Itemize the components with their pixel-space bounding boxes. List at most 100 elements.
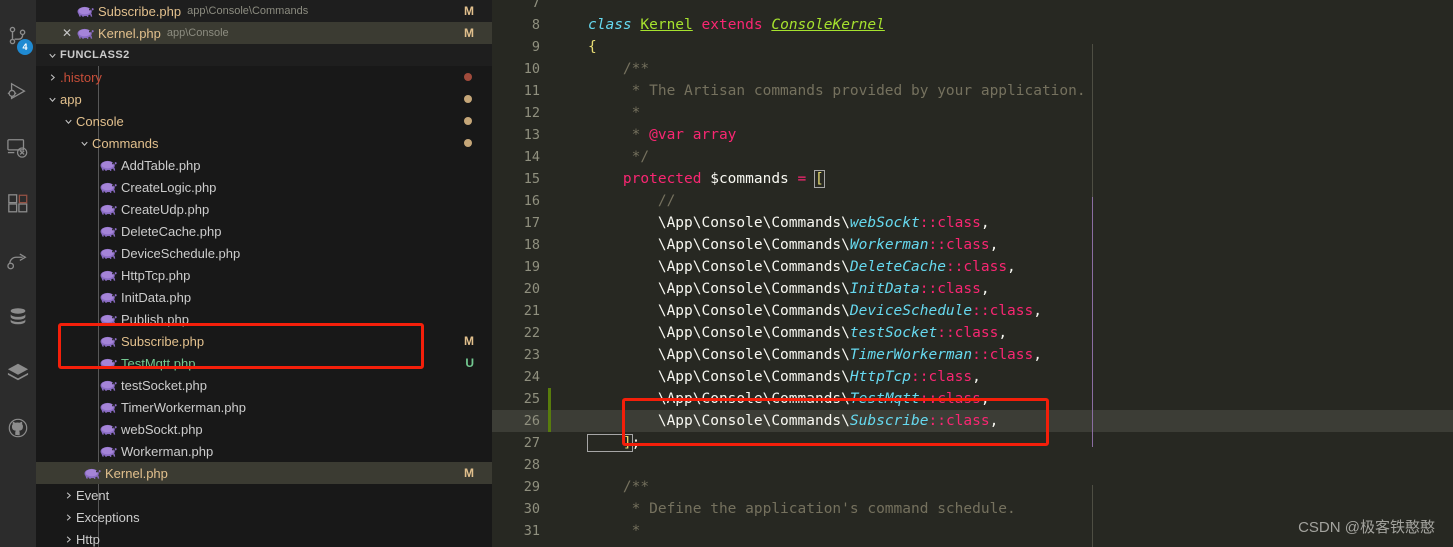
tree-file-row[interactable]: InitData.php: [36, 286, 492, 308]
tree-file-row[interactable]: DeviceSchedule.php: [36, 242, 492, 264]
php-file-icon: [100, 267, 117, 283]
chevron-right-icon[interactable]: [44, 69, 60, 85]
code-line[interactable]: 8 class Kernel extends ConsoleKernel: [492, 14, 1453, 36]
tree-folder-row[interactable]: Http: [36, 528, 492, 547]
code-line[interactable]: 10 /**: [492, 58, 1453, 80]
tree-folder-row[interactable]: app: [36, 88, 492, 110]
chevron-down-icon[interactable]: [60, 113, 76, 129]
line-number: 12: [523, 105, 540, 121]
activity-item-remote-explorer[interactable]: [0, 120, 36, 176]
activity-item-layers[interactable]: [0, 344, 36, 400]
code-line[interactable]: 27 ];: [492, 432, 1453, 454]
code-line[interactable]: 7: [492, 0, 1453, 14]
code-line[interactable]: 23 \App\Console\Commands\TimerWorkerman:…: [492, 344, 1453, 366]
php-file-icon: [100, 377, 117, 393]
tree-folder-row[interactable]: .history: [36, 66, 492, 88]
tree-folder-row[interactable]: Console: [36, 110, 492, 132]
php-file-icon: [77, 25, 94, 41]
chevron-right-icon[interactable]: [60, 531, 76, 547]
code-line[interactable]: 13 * @var array: [492, 124, 1453, 146]
tree-item-label: testSocket.php: [121, 377, 207, 393]
tree-file-row[interactable]: TestMqtt.php U: [36, 352, 492, 374]
indent-guide-level1: [1092, 44, 1093, 219]
activity-item-run-debug[interactable]: [0, 64, 36, 120]
open-editor-row[interactable]: ✕Subscribe.phpapp\Console\CommandsM: [36, 0, 492, 22]
line-number: 7: [531, 0, 540, 11]
database-icon: [7, 305, 29, 327]
line-number: 17: [523, 215, 540, 231]
code-line[interactable]: 22 \App\Console\Commands\testSocket::cla…: [492, 322, 1453, 344]
explorer-sidebar: ✕Subscribe.phpapp\Console\CommandsM ✕ Kern…: [36, 0, 492, 547]
tree-file-row[interactable]: Subscribe.php M: [36, 330, 492, 352]
code-line[interactable]: 16 //: [492, 190, 1453, 212]
activity-item-share[interactable]: [0, 232, 36, 288]
chevron-down-icon: [44, 47, 60, 63]
open-editors-list: ✕Subscribe.phpapp\Console\CommandsM ✕ Kern…: [36, 0, 492, 44]
share-icon: [6, 249, 30, 271]
code-line[interactable]: 18 \App\Console\Commands\Workerman::clas…: [492, 234, 1453, 256]
code-line[interactable]: 28: [492, 454, 1453, 476]
code-line[interactable]: 12 *: [492, 102, 1453, 124]
tree-file-row[interactable]: AddTable.php: [36, 154, 492, 176]
code-line[interactable]: 24 \App\Console\Commands\HttpTcp::class,: [492, 366, 1453, 388]
chevron-right-icon[interactable]: [60, 487, 76, 503]
tree-file-row[interactable]: webSockt.php: [36, 418, 492, 440]
chevron-down-icon[interactable]: [44, 91, 60, 107]
tree-file-row[interactable]: Publish.php: [36, 308, 492, 330]
code-line[interactable]: 9{: [492, 36, 1453, 58]
open-editor-row[interactable]: ✕ Kernel.php app\Console M: [36, 22, 492, 44]
open-editor-path: app\Console: [166, 27, 229, 39]
tree-file-row[interactable]: CreateLogic.php: [36, 176, 492, 198]
chevron-down-icon[interactable]: [76, 135, 92, 151]
git-status-badge: M: [464, 26, 474, 40]
tree-item-label: HttpTcp.php: [121, 267, 191, 283]
tree-folder-row[interactable]: Event: [36, 484, 492, 506]
activity-item-github[interactable]: [0, 400, 36, 456]
tree-folder-row[interactable]: Commands: [36, 132, 492, 154]
code-line[interactable]: 11 * The Artisan commands provided by yo…: [492, 80, 1453, 102]
line-number: 18: [523, 237, 540, 253]
tree-file-row[interactable]: testSocket.php: [36, 374, 492, 396]
code-line[interactable]: 25 \App\Console\Commands\TestMqtt::class…: [492, 388, 1453, 410]
tree-item-label: TestMqtt.php: [121, 355, 196, 371]
tree-folder-row[interactable]: Exceptions: [36, 506, 492, 528]
code-line[interactable]: 26 \App\Console\Commands\Subscribe::clas…: [492, 410, 1453, 432]
line-number: 30: [523, 501, 540, 517]
chevron-right-icon[interactable]: [60, 509, 76, 525]
line-number: 15: [523, 171, 540, 187]
open-editor-filename: Kernel.php: [98, 25, 161, 41]
vscode-window: 4 Subscribe.php app\Console\Commands M ✕…: [0, 0, 1453, 547]
activity-item-source-control[interactable]: 4: [0, 8, 36, 64]
git-decoration-dot: [464, 117, 472, 125]
tree-item-label: DeviceSchedule.php: [121, 245, 241, 261]
code-line[interactable]: 21 \App\Console\Commands\DeviceSchedule:…: [492, 300, 1453, 322]
close-icon[interactable]: ✕: [58, 24, 76, 42]
code-line[interactable]: 29 /**: [492, 476, 1453, 498]
code-text: /**: [588, 479, 650, 495]
activity-item-database[interactable]: [0, 288, 36, 344]
code-line[interactable]: 19 \App\Console\Commands\DeleteCache::cl…: [492, 256, 1453, 278]
tree-file-row[interactable]: DeleteCache.php: [36, 220, 492, 242]
code-line[interactable]: 14 */: [492, 146, 1453, 168]
indent-guide-level1-lower: [1092, 485, 1093, 547]
code-text: \App\Console\Commands\testSocket::class,: [588, 325, 1008, 341]
tree-file-row[interactable]: Kernel.php M: [36, 462, 492, 484]
tree-file-row[interactable]: HttpTcp.php: [36, 264, 492, 286]
git-added-marker: [548, 388, 551, 410]
code-line[interactable]: 17 \App\Console\Commands\webSockt::class…: [492, 212, 1453, 234]
code-line[interactable]: 15 protected $commands = [: [492, 168, 1453, 190]
line-number: 29: [523, 479, 540, 495]
tree-file-row[interactable]: CreateUdp.php: [36, 198, 492, 220]
code-line[interactable]: 20 \App\Console\Commands\InitData::class…: [492, 278, 1453, 300]
code-text: \App\Console\Commands\InitData::class,: [588, 281, 990, 297]
line-number: 26: [523, 413, 540, 429]
tree-file-row[interactable]: Workerman.php: [36, 440, 492, 462]
tree-file-row[interactable]: TimerWorkerman.php: [36, 396, 492, 418]
code-editor[interactable]: 7 8 class Kernel extends ConsoleKernel 9{10…: [492, 0, 1453, 547]
explorer-section-header-funclass2[interactable]: FUNCLASS2: [36, 44, 492, 66]
php-file-icon: [100, 245, 117, 261]
line-number: 14: [523, 149, 540, 165]
activity-item-extensions[interactable]: [0, 176, 36, 232]
line-number: 13: [523, 127, 540, 143]
tree-item-label: Event: [76, 487, 110, 503]
